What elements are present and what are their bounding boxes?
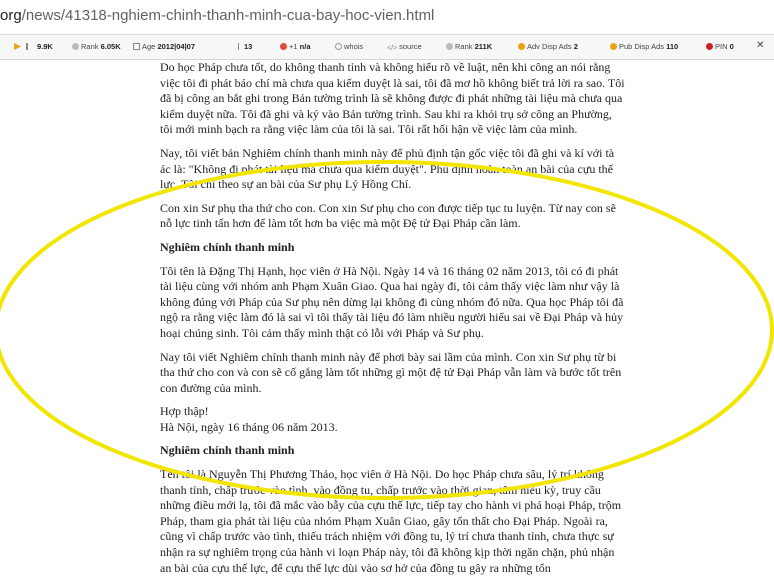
arrow-icon <box>14 43 21 50</box>
source-icon: </> <box>387 45 398 52</box>
google-plus-icon <box>280 43 287 50</box>
address-bar[interactable]: org/news/41318-nghiem-chinh-thanh-minh-c… <box>0 0 774 35</box>
toolbar-item-pin[interactable]: PIN 0 <box>706 42 734 51</box>
toolbar-item-source[interactable]: </> source <box>387 42 422 52</box>
index-icon <box>238 43 242 50</box>
toolbar-item-index[interactable]: 13 <box>238 42 252 51</box>
toolbar-item-rank2[interactable]: Rank 211K <box>446 42 492 51</box>
pub-disp-icon <box>610 43 617 50</box>
toolbar-item-arrow[interactable] <box>14 42 23 51</box>
rank-icon <box>446 43 453 50</box>
signature: Hợp thập! Hà Nội, ngày 16 tháng 06 năm 20… <box>160 404 338 434</box>
toolbar-item-rank[interactable]: Rank 6.05K <box>72 42 121 51</box>
whois-icon <box>335 43 342 50</box>
paragraph: Tôi tên là Đặng Thị Hạnh, học viên ở Hà … <box>160 263 624 340</box>
toolbar-item-whois[interactable]: whois <box>335 42 363 51</box>
bar-chart-icon <box>26 43 35 50</box>
paragraph: Nay tôi viết Nghiêm chính thanh minh này… <box>160 349 622 395</box>
calendar-icon <box>133 43 140 50</box>
toolbar-item-traffic[interactable]: 9.9K <box>26 42 53 51</box>
paragraph: Do học Pháp chưa tốt, do không thanh tỉn… <box>160 60 625 137</box>
seo-toolbar: 9.9K Rank 6.05K Age 2012|04|07 13 +1 n/a… <box>0 35 774 60</box>
paragraph: Tên tôi là Nguyễn Thị Phương Thảo, học v… <box>160 467 622 575</box>
toolbar-item-plusone[interactable]: +1 n/a <box>280 42 311 51</box>
paragraph: Nay, tôi viết bản Nghiêm chính thanh min… <box>160 145 615 192</box>
section-heading: Nghiêm chính thanh minh <box>160 239 295 254</box>
section-heading: Nghiêm chính thanh minh <box>160 443 295 458</box>
article-content: Do học Pháp chưa tốt, do không thanh tỉn… <box>160 60 625 584</box>
close-icon[interactable]: ✕ <box>756 40 764 51</box>
url-text[interactable]: org/news/41318-nghiem-chinh-thanh-minh-c… <box>0 7 434 24</box>
toolbar-item-adv-disp[interactable]: Adv Disp Ads 2 <box>518 42 578 51</box>
toolbar-item-pub-disp[interactable]: Pub Disp Ads 110 <box>610 42 678 51</box>
toolbar-item-age[interactable]: Age 2012|04|07 <box>133 42 195 51</box>
rank-icon <box>72 43 79 50</box>
paragraph: Con xin Sư phụ tha thứ cho con. Con xin … <box>160 200 616 231</box>
pinterest-icon <box>706 43 713 50</box>
adv-disp-icon <box>518 43 525 50</box>
